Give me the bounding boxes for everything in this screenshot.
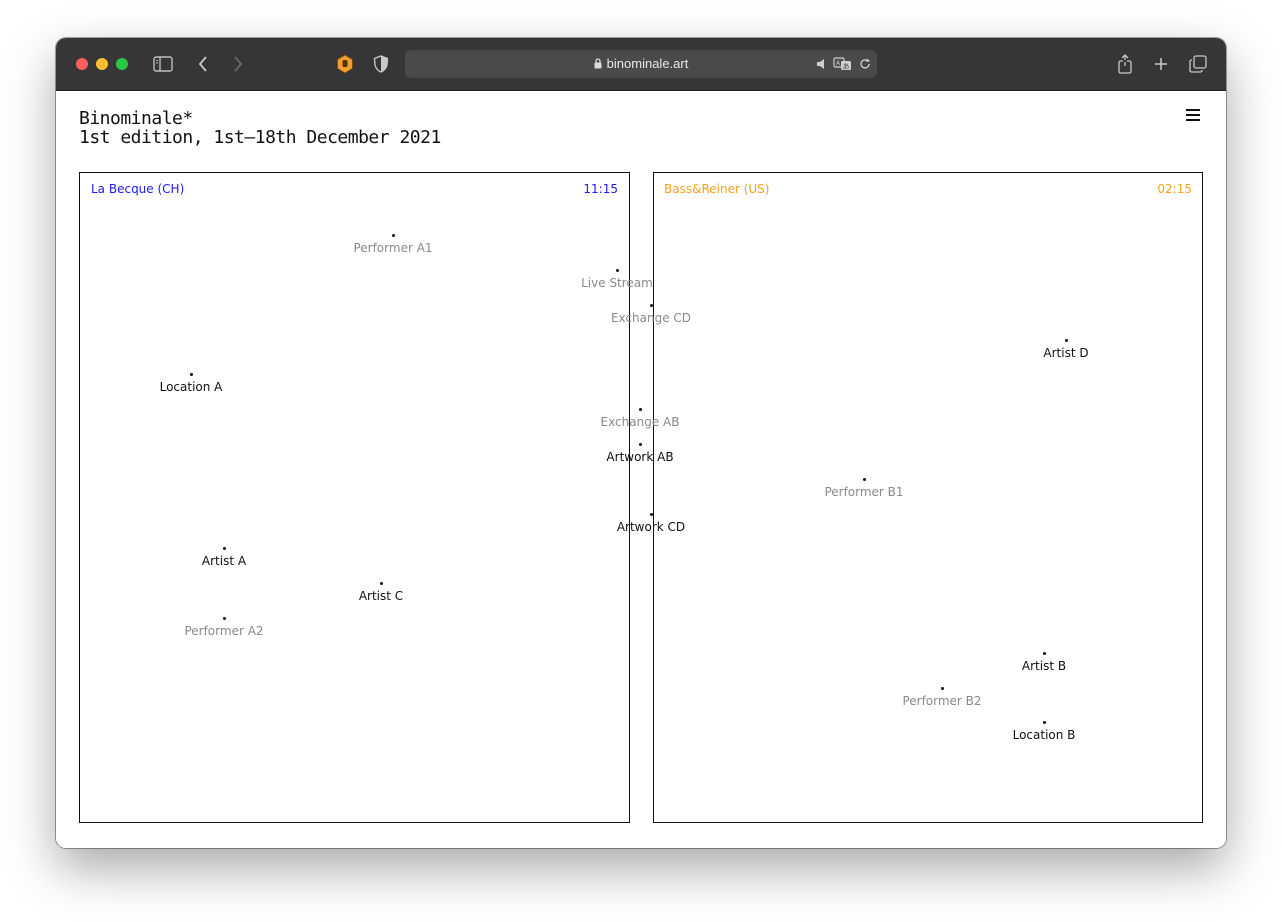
url-text: binominale.art xyxy=(606,56,689,71)
address-bar[interactable]: binominale.art あA xyxy=(405,50,877,78)
node-label: Artwork AB xyxy=(606,450,674,464)
node-dot xyxy=(649,512,653,516)
node-label: Exchange CD xyxy=(610,311,692,325)
node-dot xyxy=(940,686,944,690)
node-label: Performer A2 xyxy=(184,624,264,638)
node-label: Performer A1 xyxy=(353,241,433,255)
left-venue-time: 11:15 xyxy=(583,182,618,196)
browser-toolbar: binominale.art あA xyxy=(56,38,1226,91)
shield-half-icon[interactable] xyxy=(369,52,393,76)
reload-icon[interactable] xyxy=(853,52,877,76)
right-venue-panel: Bass&Reiner (US) 02:15 xyxy=(653,172,1203,823)
node-dot xyxy=(391,233,395,237)
zoom-window-button[interactable] xyxy=(116,58,128,70)
close-window-button[interactable] xyxy=(76,58,88,70)
node-dot xyxy=(862,477,866,481)
back-icon[interactable] xyxy=(191,52,215,76)
hamburger-menu-icon[interactable] xyxy=(1186,109,1200,123)
svg-text:あ: あ xyxy=(843,63,850,71)
right-venue-time: 02:15 xyxy=(1157,182,1192,196)
page-content: Binominale* 1st edition, 1st–18th Decemb… xyxy=(56,91,1226,848)
node-label: Location B xyxy=(1012,728,1076,742)
node-label: Location A xyxy=(159,380,223,394)
site-title[interactable]: Binominale* 1st edition, 1st–18th Decemb… xyxy=(79,109,441,147)
node-dot xyxy=(638,407,642,411)
node-label: Artwork CD xyxy=(616,520,686,534)
browser-window: binominale.art あA Binominale* 1st editio… xyxy=(56,38,1226,848)
new-tab-icon[interactable] xyxy=(1149,52,1173,76)
right-venue-name: Bass&Reiner (US) xyxy=(664,182,770,196)
node-dot xyxy=(1042,720,1046,724)
site-title-line1: Binominale* xyxy=(79,108,193,129)
node-label: Artist C xyxy=(358,589,404,603)
node-label: Performer B2 xyxy=(902,694,982,708)
node-dot xyxy=(1042,651,1046,655)
minimize-window-button[interactable] xyxy=(96,58,108,70)
lock-icon xyxy=(594,57,602,72)
forward-icon[interactable] xyxy=(226,52,250,76)
left-venue-panel: La Becque (CH) 11:15 xyxy=(79,172,630,823)
node-dot xyxy=(189,372,193,376)
translate-icon[interactable]: あA xyxy=(831,52,855,76)
node-label: Artist D xyxy=(1043,346,1089,360)
share-icon[interactable] xyxy=(1113,52,1137,76)
node-dot xyxy=(638,442,642,446)
node-dot xyxy=(222,616,226,620)
node-label: Artist B xyxy=(1021,659,1067,673)
sidebar-icon[interactable] xyxy=(151,52,175,76)
hand-shield-icon[interactable] xyxy=(333,52,357,76)
site-edition-dates: 1st edition, 1st–18th December 2021 xyxy=(79,127,441,148)
left-venue-name: La Becque (CH) xyxy=(91,182,185,196)
node-label: Live Stream xyxy=(581,276,653,290)
node-dot xyxy=(649,303,653,307)
node-dot xyxy=(222,546,226,550)
node-dot xyxy=(1064,338,1068,342)
tab-overview-icon[interactable] xyxy=(1186,52,1210,76)
node-dot xyxy=(615,268,619,272)
node-label: Performer B1 xyxy=(824,485,904,499)
svg-text:A: A xyxy=(836,60,841,67)
node-dot xyxy=(379,581,383,585)
node-label: Exchange AB xyxy=(600,415,680,429)
node-label: Artist A xyxy=(201,554,247,568)
